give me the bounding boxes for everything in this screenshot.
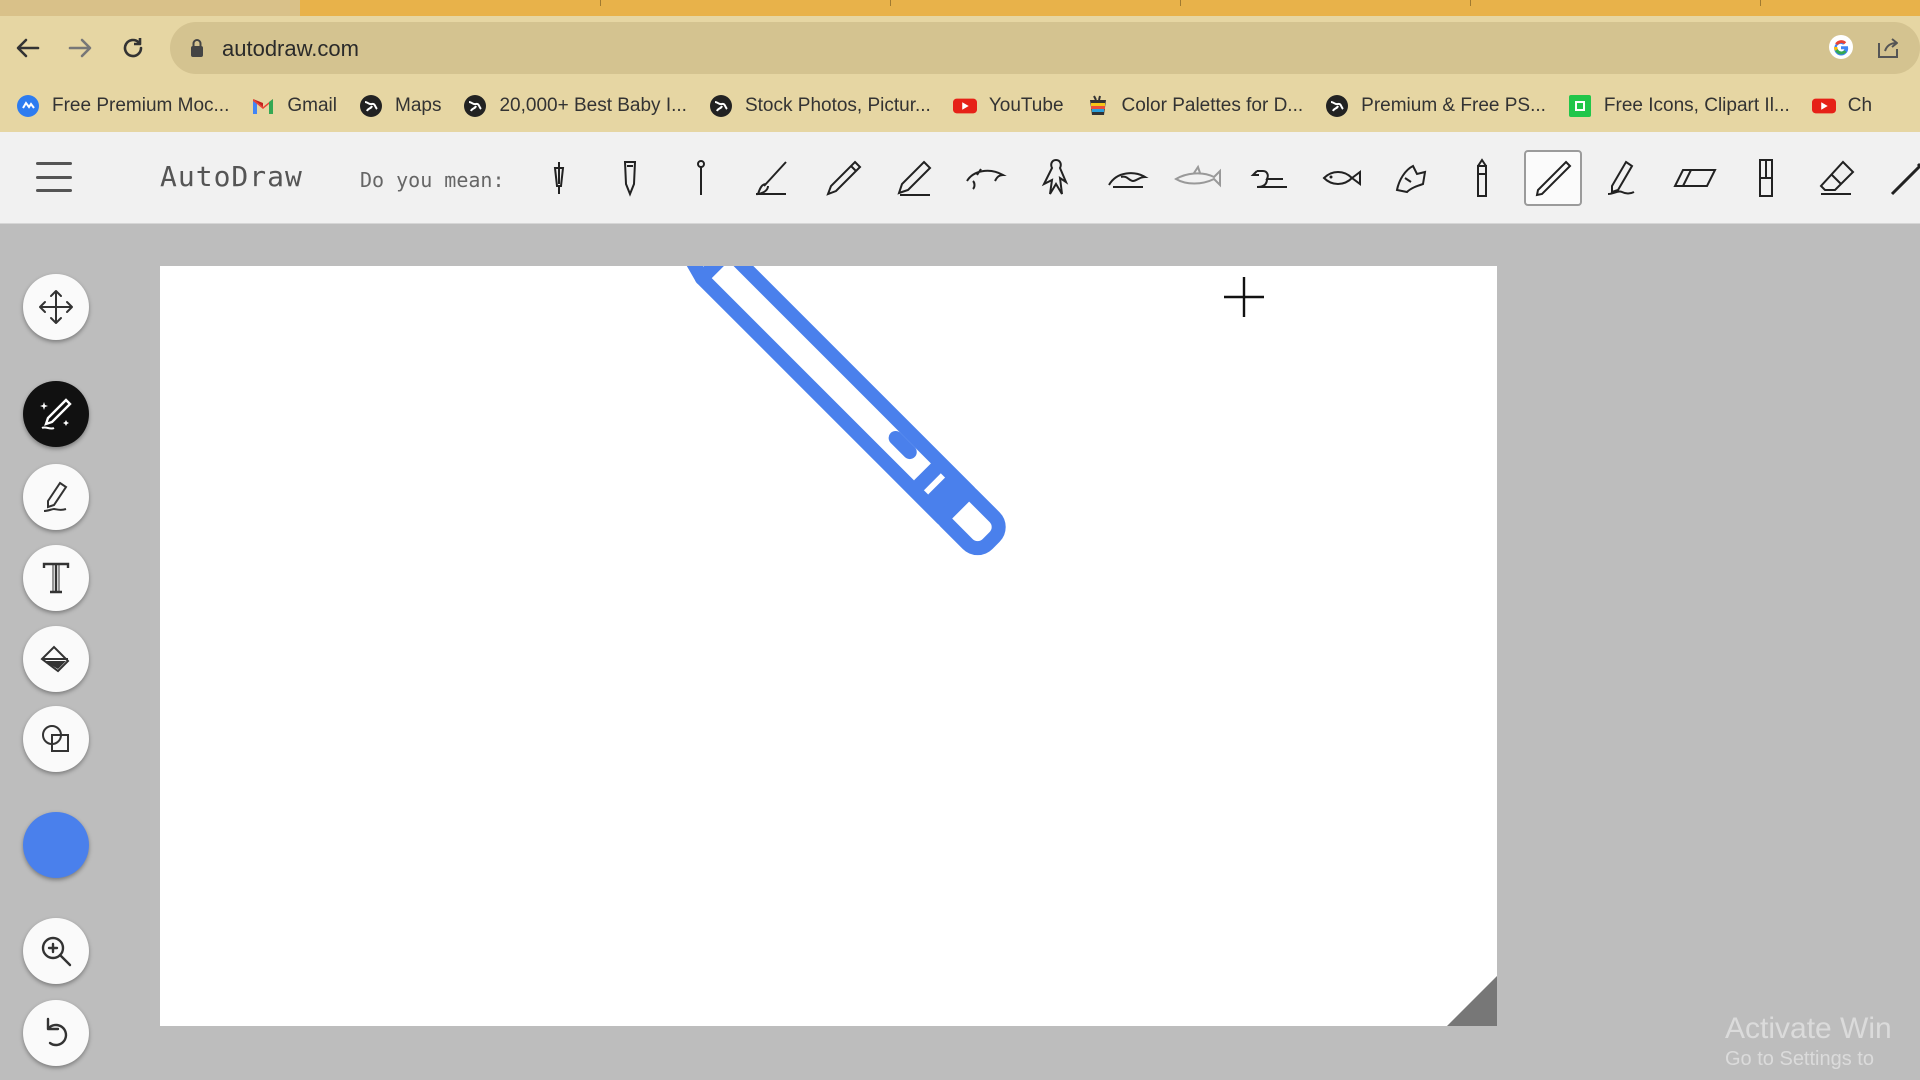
- draw-tool-button[interactable]: [23, 464, 89, 530]
- back-button[interactable]: [12, 32, 44, 64]
- bookmark-item[interactable]: Free Premium Moc...: [16, 94, 229, 118]
- bookmark-item[interactable]: 20,000+ Best Baby I...: [463, 94, 687, 118]
- pencil-selected-suggestion[interactable]: [1524, 150, 1582, 206]
- tab-separator: [1470, 0, 1471, 6]
- address-bar[interactable]: autodraw.com: [170, 22, 1920, 74]
- bookmark-item[interactable]: Gmail: [251, 94, 337, 118]
- dolphin-suggestion[interactable]: [956, 150, 1014, 206]
- bookmark-label: Color Palettes for D...: [1121, 95, 1304, 116]
- move-tool-button[interactable]: [23, 274, 89, 340]
- browser-toolbar: autodraw.com: [0, 16, 1920, 80]
- bookmark-item[interactable]: Premium & Free PS...: [1325, 94, 1546, 118]
- pencil-writing-suggestion[interactable]: [1595, 150, 1653, 206]
- shapes-icon: [42, 725, 69, 752]
- forward-arrow-icon: [68, 38, 92, 58]
- duck-suggestion[interactable]: [1240, 150, 1298, 206]
- bookmark-label: Gmail: [287, 95, 337, 116]
- pencil-drawing[interactable]: [160, 266, 1497, 1026]
- globe-icon: [709, 94, 733, 118]
- youtube-icon: [952, 94, 977, 118]
- app-header: AutoDraw Do you mean:: [0, 132, 1920, 224]
- bookmark-label: YouTube: [988, 95, 1064, 116]
- wave-fish-suggestion[interactable]: [1098, 150, 1156, 206]
- fish-suggestion[interactable]: [1311, 150, 1369, 206]
- lock-icon: [191, 39, 203, 57]
- color-picker-button[interactable]: [23, 812, 89, 878]
- palette-cup-icon: [1086, 94, 1110, 118]
- pencil-suggestion[interactable]: [814, 150, 872, 206]
- drawing-canvas[interactable]: [160, 266, 1497, 1026]
- suggestion-prompt: Do you mean:: [360, 168, 505, 192]
- shape-tool-button[interactable]: [23, 706, 89, 772]
- tab-separator: [1760, 0, 1761, 6]
- bookmark-item[interactable]: Stock Photos, Pictur...: [709, 94, 931, 118]
- windows-activation-watermark: Activate Win Go to Settings to: [1725, 1012, 1892, 1071]
- bookmark-label: Ch: [1847, 95, 1873, 116]
- pencil-outline-suggestion[interactable]: [885, 150, 943, 206]
- text-icon: [42, 562, 70, 594]
- crayon-suggestion[interactable]: [1453, 150, 1511, 206]
- watermark-line: Activate Win: [1725, 1012, 1892, 1045]
- undo-icon: [46, 1017, 68, 1047]
- reload-icon: [123, 38, 143, 58]
- tab-strip: [0, 0, 1920, 16]
- brush-suggestion[interactable]: [743, 150, 801, 206]
- active-tab[interactable]: [300, 0, 1920, 16]
- reload-button[interactable]: [117, 32, 149, 64]
- blue-circle-icon: [16, 94, 40, 118]
- menu-icon[interactable]: [36, 162, 72, 192]
- undo-button[interactable]: [23, 1000, 89, 1066]
- bookmark-item[interactable]: Ch: [1811, 94, 1873, 118]
- bookmark-label: Premium & Free PS...: [1361, 95, 1546, 116]
- type-tool-button[interactable]: [23, 545, 89, 611]
- gmail-icon: [251, 94, 275, 118]
- url-text: autodraw.com: [222, 36, 359, 61]
- tab-separator: [890, 0, 891, 6]
- fountain-pen-suggestion[interactable]: [601, 150, 659, 206]
- bookmark-label: Maps: [395, 95, 442, 116]
- bookmark-item[interactable]: YouTube: [952, 94, 1064, 118]
- suggestion-bar: [530, 150, 1920, 206]
- youtube-icon: [1811, 94, 1836, 118]
- bookmark-item[interactable]: Color Palettes for D...: [1086, 94, 1304, 118]
- pen-nib-suggestion[interactable]: [530, 150, 588, 206]
- cat-sketch-suggestion[interactable]: [1382, 150, 1440, 206]
- app-title: AutoDraw: [160, 160, 303, 193]
- tab-separator: [1180, 0, 1181, 6]
- pen-cap-suggestion[interactable]: [1737, 150, 1795, 206]
- eraser-block-suggestion[interactable]: [1666, 150, 1724, 206]
- google-icon[interactable]: [1828, 34, 1854, 60]
- shark-suggestion[interactable]: [1169, 150, 1227, 206]
- bird-suggestion[interactable]: [1027, 150, 1085, 206]
- crosshair-cursor-icon: [1224, 277, 1264, 317]
- green-square-icon: [1568, 94, 1592, 118]
- globe-icon: [463, 94, 487, 118]
- move-icon: [39, 290, 73, 324]
- bookmark-item[interactable]: Maps: [359, 94, 441, 118]
- watermark-line: Go to Settings to: [1725, 1048, 1874, 1070]
- zoom-tool-button[interactable]: [23, 918, 89, 984]
- share-icon[interactable]: [1875, 35, 1901, 61]
- canvas-resize-handle[interactable]: [1447, 976, 1497, 1026]
- globe-icon: [1325, 94, 1349, 118]
- paint-bucket-icon: [40, 645, 70, 673]
- fill-tool-button[interactable]: [23, 626, 89, 692]
- eraser-suggestion[interactable]: [1808, 150, 1866, 206]
- bookmark-label: Free Icons, Clipart Il...: [1603, 95, 1790, 116]
- magic-pencil-icon: [40, 398, 72, 430]
- bookmarks-bar: Free Premium Moc... Gmail Maps 20,000+ B…: [0, 80, 1920, 132]
- back-arrow-icon: [16, 38, 40, 58]
- zoom-in-icon: [41, 936, 72, 967]
- forward-button[interactable]: [64, 32, 96, 64]
- bookmark-label: Stock Photos, Pictur...: [744, 95, 931, 116]
- pencil-icon: [43, 481, 68, 512]
- bookmark-item[interactable]: Free Icons, Clipart Il...: [1568, 94, 1790, 118]
- thin-pin-suggestion[interactable]: [672, 150, 730, 206]
- autodraw-tool-button[interactable]: [23, 381, 89, 447]
- wand-suggestion[interactable]: [1879, 150, 1920, 206]
- tab-separator: [600, 0, 601, 6]
- bookmark-label: 20,000+ Best Baby I...: [499, 95, 687, 116]
- bookmark-label: Free Premium Moc...: [52, 95, 230, 116]
- globe-icon: [359, 94, 383, 118]
